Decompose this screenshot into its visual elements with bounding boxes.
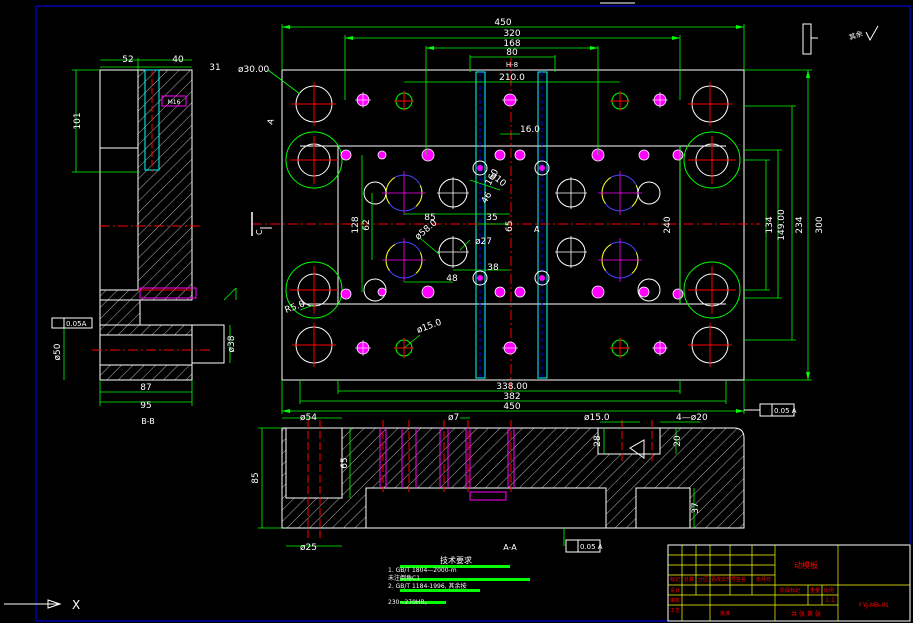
dim-width-320: 320: [503, 29, 520, 39]
side-dim-52: 52: [122, 55, 133, 65]
top-dim-text: 450 320 168 80 210.0 16.0 338.00 382 450…: [238, 18, 825, 412]
dim-height-128: 128: [351, 216, 361, 233]
sect-dim-dia25: ø25: [300, 543, 317, 553]
dim-width-210: 210.0: [499, 73, 525, 83]
title-role-2: 审核: [670, 597, 680, 604]
dim-bottom-450: 450: [503, 402, 520, 412]
section-mark-c: C: [255, 229, 264, 235]
sect-dim-dia15: ø15.0: [584, 413, 610, 423]
side-dim-87: 87: [140, 383, 151, 393]
dim-width-48: 48: [446, 274, 458, 284]
ucs-x-label: X: [72, 598, 80, 612]
side-tolerance-frame: 0.05A: [51, 317, 93, 329]
guide-pillar-bottom-right: [688, 323, 732, 367]
section-tolerance-flatness: 0.05 A: [744, 403, 797, 417]
sect-dim-dia7: ø7: [448, 413, 459, 423]
section-tolerance-perp: 0.05 A: [565, 539, 603, 553]
dim-width-38: 38: [487, 263, 499, 273]
tech-notes: 技术要求 1. GB/T 1804—2000-m 未注倒角C1 2. GB/T …: [388, 555, 530, 606]
title-role-4: 批准: [720, 610, 730, 617]
cad-drawing: 450 320 168 80 210.0 16.0 338.00 382 450…: [4, 2, 911, 622]
sect-dim-37: 37: [691, 502, 701, 513]
title-role-1: 设计: [670, 587, 680, 594]
title-header-4: 更改文件号: [711, 576, 736, 583]
notes-line-1: 1. GB/T 1804—2000-m: [388, 567, 457, 574]
dim-height-300: 300: [815, 216, 825, 233]
title-header-3: 分区: [698, 576, 708, 583]
svg-text:0.05A: 0.05A: [66, 320, 87, 328]
title-header-6: 年月日: [756, 576, 771, 583]
dim-width-80: 80: [506, 48, 518, 58]
svg-text:其余: 其余: [848, 29, 864, 42]
dim-arrows: [282, 25, 810, 413]
title-header-5: 签名: [736, 576, 746, 583]
notes-title: 技术要求: [440, 555, 472, 565]
title-scale: 1:1: [825, 597, 835, 604]
title-extra-1: 阶段标记: [780, 587, 800, 594]
top-dimensions: [267, 24, 812, 414]
top-view: 450 320 168 80 210.0 16.0 338.00 382 450…: [238, 18, 825, 414]
dim-label-65: 65: [505, 221, 515, 232]
title-block: 动模板 FYJ-MB-01 1:1 共 张 第 张 标记 处数 分区 更改文件号…: [667, 544, 911, 622]
dim-height-134: 134: [765, 216, 775, 233]
dim-width-35: 35: [486, 213, 497, 223]
title-extra-2: 重量: [810, 587, 820, 594]
roughness-symbol: 其余: [802, 23, 879, 55]
dim-dia-15: ø15.0: [416, 318, 444, 336]
side-dim-40: 40: [172, 55, 184, 65]
ejector-slot-left: [475, 71, 486, 379]
title-company: 共 张 第 张: [791, 610, 821, 618]
dim-height-240: 240: [663, 216, 673, 233]
section-mark-a-top: A: [534, 225, 540, 234]
sect-dim-65: 65: [340, 457, 350, 468]
side-dim-dia50: ø50: [53, 343, 63, 360]
dim-label-46: 46: [480, 190, 495, 205]
guide-pillar-bottom-left: [292, 323, 336, 367]
section-mark-a-left: A: [265, 117, 276, 126]
return-pin-bottom-right: [683, 261, 741, 319]
title-role-3: 工艺: [670, 608, 680, 614]
ucs-icon: X: [4, 598, 80, 612]
sect-dim-dia20: 4—ø20: [676, 413, 708, 423]
dim-height-234: 234: [795, 216, 805, 233]
title-header-1: 标记: [670, 576, 680, 583]
dim-bottom-338: 338.00: [496, 382, 528, 392]
svg-text:0.05 A: 0.05 A: [580, 543, 603, 551]
side-dim-31: 31: [209, 63, 220, 73]
dim-dia-30: ø30.00: [238, 65, 270, 75]
side-dim-95: 95: [140, 401, 151, 411]
guide-pillar-top-right: [688, 82, 732, 126]
sect-dim-dia54: ø54: [300, 413, 317, 423]
side-dim-dia38: ø38: [227, 335, 237, 352]
dim-width-16: 16.0: [520, 125, 540, 135]
dim-radius-5: R5.0: [284, 299, 307, 316]
dim-overall-width: 450: [494, 18, 511, 28]
sect-caption: A-A: [503, 543, 517, 552]
sect-dim-28: 28: [593, 435, 603, 447]
side-m16: M16: [168, 99, 181, 106]
dim-height-62: 62: [362, 219, 372, 230]
side-dim-101: 101: [73, 112, 83, 129]
return-pin-top-left: [285, 131, 343, 189]
svg-text:0.05 A: 0.05 A: [774, 407, 797, 415]
dim-bottom-382: 382: [503, 392, 520, 402]
notes-line-3: 2. GB/T 1184-1996, 其余按: [388, 582, 467, 590]
title-part-name: 动模板: [794, 560, 818, 570]
notes-line-2: 未注倒角C1: [388, 574, 420, 582]
notes-line-4: 230~270HB。: [388, 599, 431, 606]
title-drawing-no: FYJ-MB-01: [859, 602, 889, 609]
title-extra-3: 比例: [824, 587, 834, 594]
side-view: 52 40 31 101 87 95 ø50 ø38 M16 B-B 0.05A: [51, 55, 237, 426]
return-pin-top-right: [683, 131, 741, 189]
section-view: ø54 ø7 ø15.0 4—ø20 ø25 85 65 28 20 37 A-…: [251, 403, 797, 553]
guide-pillar-top-left: [292, 82, 336, 126]
dim-dia-27: ø27: [475, 237, 492, 247]
sect-dim-85: 85: [251, 472, 261, 483]
sect-dim-20: 20: [673, 435, 683, 447]
side-caption: B-B: [141, 417, 155, 426]
section-mark-h: H-8: [506, 61, 518, 69]
title-header-2: 处数: [684, 576, 694, 583]
dim-height-149: 149.00: [777, 209, 787, 241]
